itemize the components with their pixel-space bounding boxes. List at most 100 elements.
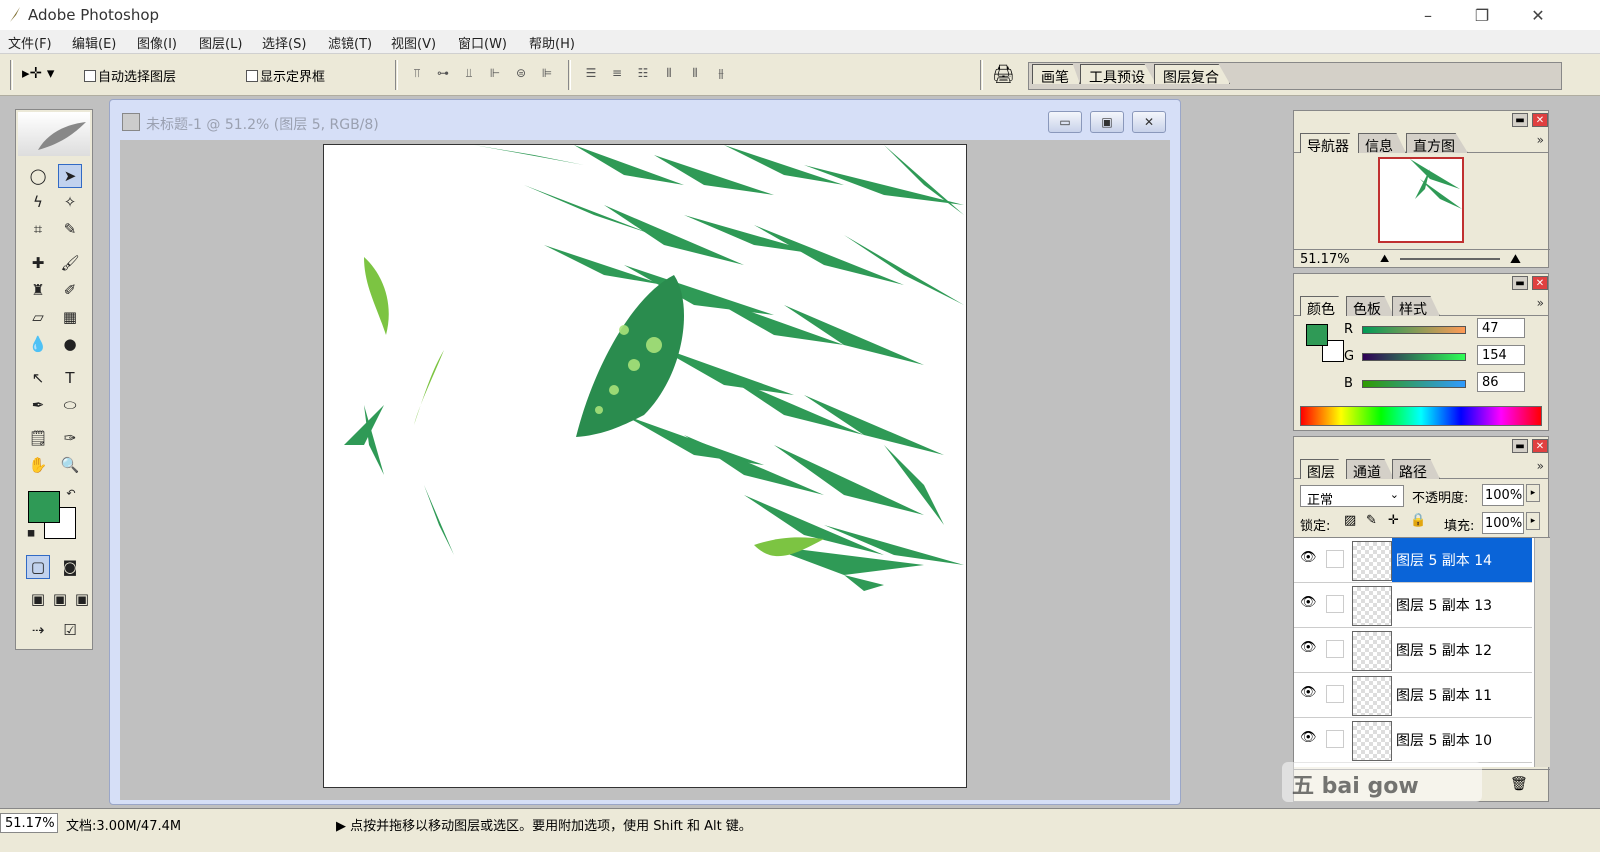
eye-icon[interactable]: 👁 [1300, 685, 1317, 700]
well-tab-layer-comps[interactable]: 图层复合 [1154, 64, 1230, 84]
layer-row-12[interactable]: 👁 图层 5 副本 12 [1294, 628, 1532, 673]
navigator-preview[interactable] [1378, 157, 1464, 243]
blend-mode-select[interactable]: 正常 ⌄ [1300, 485, 1404, 508]
auto-select-box[interactable] [84, 69, 96, 82]
maximize-button[interactable]: ❐ [1470, 4, 1494, 26]
color-fg-swatch[interactable] [1306, 324, 1328, 346]
tab-navigator[interactable]: 导航器 [1300, 133, 1362, 153]
zoom-out-icon[interactable]: ⛰ [1380, 252, 1389, 266]
color-spectrum-bar[interactable] [1300, 406, 1542, 426]
align-right-icon[interactable]: ⊫ [538, 64, 556, 82]
color-menu-icon[interactable]: » [1537, 296, 1544, 310]
eye-icon[interactable]: 👁 [1300, 640, 1317, 655]
clone-stamp-tool-icon[interactable]: ♜ [26, 278, 50, 302]
layer-name[interactable]: 图层 5 副本 14 [1392, 538, 1532, 582]
align-bottom-icon[interactable]: ⫫ [460, 64, 478, 82]
brush-tool-icon[interactable]: 🖌 [58, 251, 82, 275]
eyedropper-tool-icon[interactable]: ✑ [58, 426, 82, 450]
blur-tool-icon[interactable]: 💧 [26, 332, 50, 356]
close-button[interactable]: ✕ [1526, 4, 1550, 26]
screen-mode-full-menu-icon[interactable]: ▣ [48, 587, 72, 611]
r-slider[interactable] [1362, 325, 1466, 334]
quick-mask-mode-icon[interactable]: ◙ [58, 555, 82, 579]
status-doc-size[interactable]: 文档:3.00M/47.4M [66, 815, 181, 834]
layers-menu-icon[interactable]: » [1537, 459, 1544, 473]
align-top-icon[interactable]: ⫪ [408, 64, 426, 82]
layers-scrollbar[interactable] [1534, 538, 1550, 767]
layer-row-11[interactable]: 👁 图层 5 副本 11 [1294, 673, 1532, 718]
zoom-in-icon[interactable]: ⛰ [1510, 252, 1521, 267]
tab-styles[interactable]: 样式 [1392, 296, 1440, 316]
distribute-left-icon[interactable]: ⫴ [660, 64, 678, 82]
align-vcenter-icon[interactable]: ⊶ [434, 64, 452, 82]
tab-histogram[interactable]: 直方图 [1406, 133, 1468, 153]
navigator-close-button[interactable]: ✕ [1532, 113, 1548, 127]
doc-maximize-button[interactable]: ▣ [1090, 111, 1124, 133]
lock-transparency-icon[interactable]: ▨ [1344, 513, 1356, 528]
layer-row-14[interactable]: 👁 图层 5 副本 14 [1294, 538, 1532, 583]
brush-link-icon[interactable] [1326, 550, 1344, 568]
align-hcenter-icon[interactable]: ⊜ [512, 64, 530, 82]
b-value[interactable]: 86 [1477, 372, 1525, 392]
layer-name[interactable]: 图层 5 副本 11 [1392, 673, 1532, 717]
standard-mode-icon[interactable]: ▢ [26, 555, 50, 579]
distribute-top-icon[interactable]: ☰ [582, 64, 600, 82]
gradient-tool-icon[interactable]: ▦ [58, 305, 82, 329]
link-box[interactable] [1326, 685, 1344, 703]
fill-input[interactable]: 100% [1482, 512, 1524, 534]
link-box[interactable] [1326, 595, 1344, 613]
file-browser-icon[interactable]: 🖨 [992, 64, 1015, 85]
pen-tool-icon[interactable]: ✒ [26, 393, 50, 417]
tab-paths[interactable]: 路径 [1392, 459, 1440, 479]
doc-close-button[interactable]: ✕ [1132, 111, 1166, 133]
doc-minimize-button[interactable]: ▭ [1048, 111, 1082, 133]
crop-tool-icon[interactable]: ⌗ [26, 217, 50, 241]
default-colors-icon[interactable]: ◼ [24, 526, 38, 540]
zoom-tool-icon[interactable]: 🔍 [58, 453, 82, 477]
foreground-color-swatch[interactable] [28, 491, 60, 523]
menu-edit[interactable]: 编辑(E) [72, 33, 116, 52]
g-slider[interactable] [1362, 352, 1466, 361]
move-tool-preset-icon[interactable]: ▸✛ ▾ [22, 64, 54, 82]
r-value[interactable]: 47 [1477, 318, 1525, 338]
layer-name[interactable]: 图层 5 副本 12 [1392, 628, 1532, 672]
align-left-icon[interactable]: ⊩ [486, 64, 504, 82]
lock-pixels-icon[interactable]: ✎ [1366, 513, 1377, 528]
color-minimize-button[interactable]: ▬ [1512, 276, 1528, 290]
tab-channels[interactable]: 通道 [1346, 459, 1394, 479]
type-tool-icon[interactable]: T [58, 366, 82, 390]
path-select-tool-icon[interactable]: ↖ [26, 366, 50, 390]
magic-wand-tool-icon[interactable]: ✧ [58, 190, 82, 214]
distribute-hcenter-icon[interactable]: ⦀ [686, 64, 704, 82]
menu-help[interactable]: 帮助(H) [529, 33, 575, 52]
image-canvas[interactable] [323, 144, 967, 788]
navigator-minimize-button[interactable]: ▬ [1512, 113, 1528, 127]
layers-close-button[interactable]: ✕ [1532, 439, 1548, 453]
layers-minimize-button[interactable]: ▬ [1512, 439, 1528, 453]
link-box[interactable] [1326, 640, 1344, 658]
history-brush-tool-icon[interactable]: ✐ [58, 278, 82, 302]
minimize-button[interactable]: – [1416, 4, 1440, 26]
g-value[interactable]: 154 [1477, 345, 1525, 365]
screen-mode-full-icon[interactable]: ▣ [70, 587, 94, 611]
distribute-right-icon[interactable]: ⫵ [712, 64, 730, 82]
fill-arrow-icon[interactable]: ▸ [1526, 512, 1540, 530]
layer-row-10[interactable]: 👁 图层 5 副本 10 [1294, 718, 1532, 763]
menu-image[interactable]: 图像(I) [137, 33, 177, 52]
well-tab-brushes[interactable]: 画笔 [1032, 64, 1080, 84]
tab-info[interactable]: 信息 [1358, 133, 1406, 153]
show-bounds-checkbox[interactable]: 显示定界框 [246, 66, 325, 85]
marquee-tool-icon[interactable]: ◯ [26, 164, 50, 188]
layer-name[interactable]: 图层 5 副本 13 [1392, 583, 1532, 627]
menu-file[interactable]: 文件(F) [8, 33, 52, 52]
toolbox-logo[interactable] [18, 112, 90, 156]
lock-position-icon[interactable]: ✛ [1388, 513, 1399, 528]
layer-row-13[interactable]: 👁 图层 5 副本 13 [1294, 583, 1532, 628]
show-bounds-box[interactable] [246, 69, 258, 82]
link-box[interactable] [1326, 730, 1344, 748]
tab-color[interactable]: 颜色 [1300, 296, 1348, 316]
menu-view[interactable]: 视图(V) [391, 33, 436, 52]
tab-swatches[interactable]: 色板 [1346, 296, 1394, 316]
eye-icon[interactable]: 👁 [1300, 730, 1317, 745]
auto-select-checkbox[interactable]: 自动选择图层 [84, 66, 176, 85]
